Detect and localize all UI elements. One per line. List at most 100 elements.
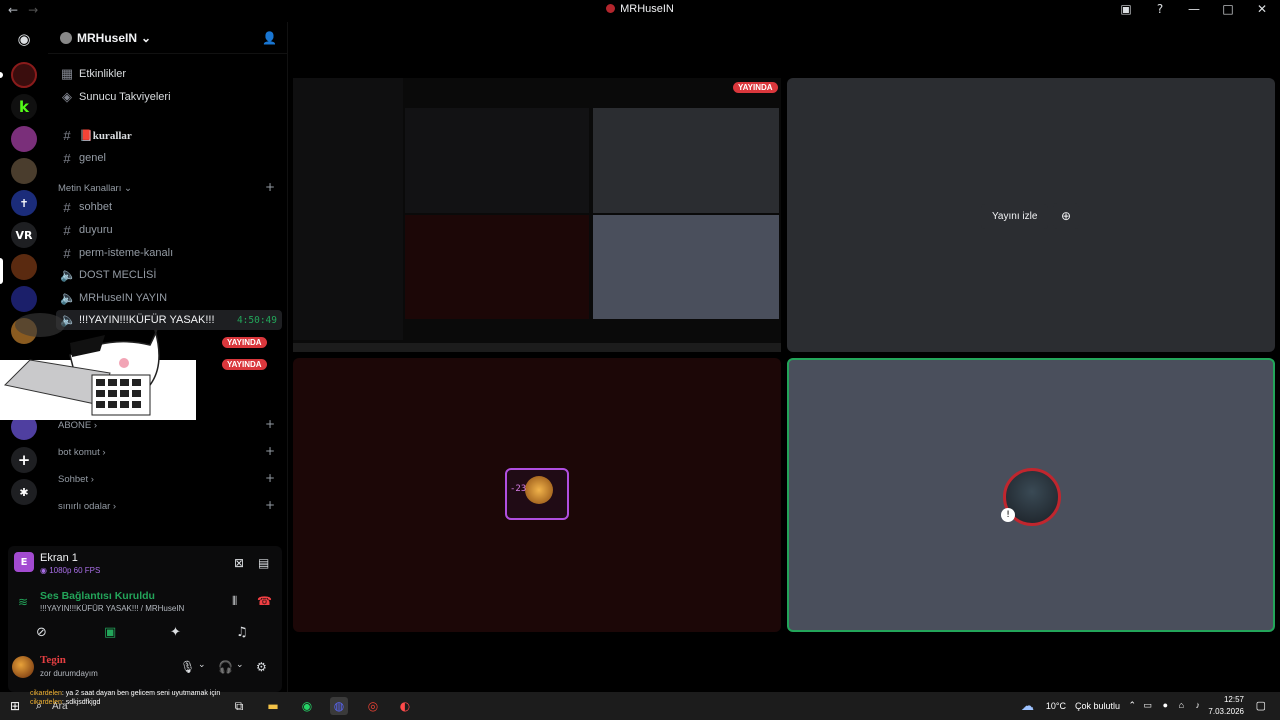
stream-settings-icon[interactable]: ▤ — [258, 556, 269, 570]
user-panel: E Ekran 1 ◉ 1080p 60 FPS ⊠ ▤ ≋ Ses Bağla… — [8, 546, 282, 692]
channel-perm-isteme[interactable]: # perm-isteme-kanalı — [60, 243, 173, 263]
add-server-icon[interactable]: + — [11, 447, 37, 473]
channel-duyuru[interactable]: # duyuru — [60, 220, 113, 240]
stream-tile-screen[interactable]: YAYINDA — [293, 78, 781, 352]
discord-taskbar-icon[interactable]: ◍ — [330, 697, 348, 715]
server-icon[interactable] — [11, 126, 37, 152]
discord-home-icon[interactable]: ◉ — [11, 26, 37, 52]
activities-icon[interactable]: ✦ — [170, 625, 181, 640]
live-badge: YAYINDA — [733, 82, 778, 93]
start-icon[interactable]: ⊞ — [6, 697, 24, 715]
category-bot-komut[interactable]: bot komut › — [58, 447, 106, 458]
live-badge: YAYINDA — [222, 359, 267, 370]
status-icon: ! — [1001, 508, 1015, 522]
category-sinirli-odalar[interactable]: sınırlı odalar › — [58, 501, 116, 512]
add-channel-icon[interactable]: + — [265, 444, 275, 458]
weather-text[interactable]: Çok bulutlu — [1075, 701, 1120, 711]
speaker-icon: 🔈 — [60, 290, 77, 305]
channel-events[interactable]: ▦ Etkinlikler — [60, 64, 126, 84]
clock-time[interactable]: 12:57 — [1224, 695, 1244, 704]
channel-genel[interactable]: # genel — [60, 148, 106, 168]
volume-icon[interactable]: ♪ — [1196, 700, 1201, 710]
phone-link-icon[interactable]: ▭ — [1143, 700, 1152, 711]
settings-gear-icon[interactable]: ⚙ — [256, 660, 267, 674]
weather-temp[interactable]: 10°C — [1046, 701, 1066, 711]
discover-icon[interactable]: ✱ — [11, 479, 37, 505]
disconnect-icon[interactable]: ☎ — [257, 594, 272, 608]
guild-header[interactable]: MRHuseIN ⌄ 👤 — [48, 22, 287, 54]
category-label: Metin Kanalları — [58, 183, 122, 194]
headphones-icon[interactable]: 🎧 — [218, 660, 233, 674]
voice-channel[interactable]: !!!YAYIN!!!KÜFÜR YASAK!!! / MRHuseIN — [40, 604, 184, 613]
server-icon[interactable]: VR — [11, 222, 37, 248]
soundboard-icon[interactable]: ♫ — [236, 625, 248, 640]
lion-logo: -23 — [505, 468, 569, 520]
server-icon[interactable] — [11, 62, 37, 88]
guild-name: MRHuseIN — [77, 30, 138, 45]
network-icon[interactable]: ⌂ — [1179, 700, 1184, 710]
server-icon[interactable] — [11, 158, 37, 184]
whatsapp-icon[interactable]: ◉ — [298, 697, 316, 715]
microphone-icon[interactable]: 🎙 — [180, 660, 195, 674]
popout-icon[interactable]: ⊕ — [1053, 203, 1079, 229]
channel-dost-meclisi[interactable]: 🔈 DOST MECLİSİ — [60, 265, 156, 285]
inbox-icon[interactable]: ▣ — [1118, 2, 1134, 16]
channel-label: perm-isteme-kanalı — [79, 247, 174, 259]
chat-notification: cikardelen: sdkjsdfkjgd — [30, 699, 100, 706]
add-channel-icon[interactable]: + — [265, 471, 275, 485]
stream-tile-user[interactable]: ! — [787, 358, 1275, 632]
stream-avatar: E — [14, 552, 34, 572]
share-screen-icon[interactable]: ▣ — [104, 625, 116, 640]
camera-off-icon[interactable]: ⊘ — [36, 625, 47, 640]
category-metin-kanallari[interactable]: Metin Kanalları ⌄ — [58, 183, 132, 194]
category-abone[interactable]: ABONE › — [58, 420, 97, 431]
add-user-icon[interactable]: 👤 — [262, 31, 277, 45]
signal-icon: ◉ — [40, 566, 50, 575]
chrome-icon[interactable]: ◎ — [364, 697, 382, 715]
connection-icon[interactable]: ≋ — [18, 595, 28, 609]
chevron-down-icon[interactable]: ⌄ — [236, 660, 244, 670]
add-channel-icon[interactable]: + — [265, 498, 275, 512]
nested-screen — [405, 108, 589, 213]
notification-text: : ya 2 saat dayan ben gelicem seni uyutm… — [61, 690, 221, 697]
taskbar-search[interactable]: ⌕ Ara cikardelen: ya 2 saat dayan ben ge… — [30, 690, 230, 716]
notification-icon[interactable]: ▢ — [1256, 699, 1266, 712]
server-icon[interactable]: k — [11, 94, 37, 120]
clock-date[interactable]: 7.03.2026 — [1208, 707, 1244, 716]
voice-status[interactable]: Ses Bağlantısı Kuruldu — [40, 590, 155, 602]
channel-boosts[interactable]: ◈ Sunucu Takviyeleri — [60, 87, 171, 107]
calendar-icon: ▦ — [60, 66, 74, 81]
unread-pill — [0, 72, 3, 78]
help-icon[interactable]: ? — [1152, 2, 1168, 16]
chevron-up-icon[interactable]: ⌃ — [1128, 700, 1136, 711]
channel-label: duyuru — [79, 224, 113, 236]
channel-label: Sunucu Takviyeleri — [79, 91, 171, 103]
nested-taskbar — [293, 343, 781, 352]
server-icon[interactable]: ✝ — [11, 190, 37, 216]
channel-sohbet[interactable]: # sohbet — [60, 197, 112, 217]
task-view-icon[interactable]: ⧉ — [230, 697, 248, 715]
chevron-right-icon: › — [90, 474, 94, 485]
window-title: MRHuseIN — [0, 3, 1280, 15]
maximize-icon[interactable]: □ — [1220, 2, 1236, 16]
channel-kurallar[interactable]: # 📕kurallar — [60, 125, 131, 145]
add-channel-icon[interactable]: + — [265, 417, 275, 431]
stream-tile-lion[interactable]: -23 — [293, 358, 781, 632]
obs-icon[interactable]: ◐ — [396, 697, 414, 715]
microphone-icon[interactable]: ● — [1163, 700, 1168, 710]
stop-stream-icon[interactable]: ⊠ — [234, 556, 244, 570]
stream-tile-preview[interactable]: Yayını izle ⊕ — [787, 78, 1275, 352]
watch-stream-button[interactable]: Yayını izle — [981, 204, 1049, 229]
speaker-icon: 🔈 — [60, 267, 77, 282]
noise-suppression-icon[interactable]: ⦀ — [232, 594, 237, 609]
file-explorer-icon[interactable]: ▬ — [264, 697, 282, 715]
notification-text: : sdkjsdfkjgd — [61, 699, 101, 706]
avatar[interactable] — [12, 656, 34, 678]
close-icon[interactable]: ✕ — [1254, 2, 1270, 16]
server-icon[interactable] — [11, 254, 37, 280]
add-channel-icon[interactable]: + — [265, 180, 275, 194]
channel-label: DOST MECLİSİ — [79, 269, 157, 281]
chevron-down-icon[interactable]: ⌄ — [198, 660, 206, 670]
category-sohbet[interactable]: Sohbet › — [58, 474, 94, 485]
minimize-icon[interactable]: — — [1186, 2, 1202, 16]
